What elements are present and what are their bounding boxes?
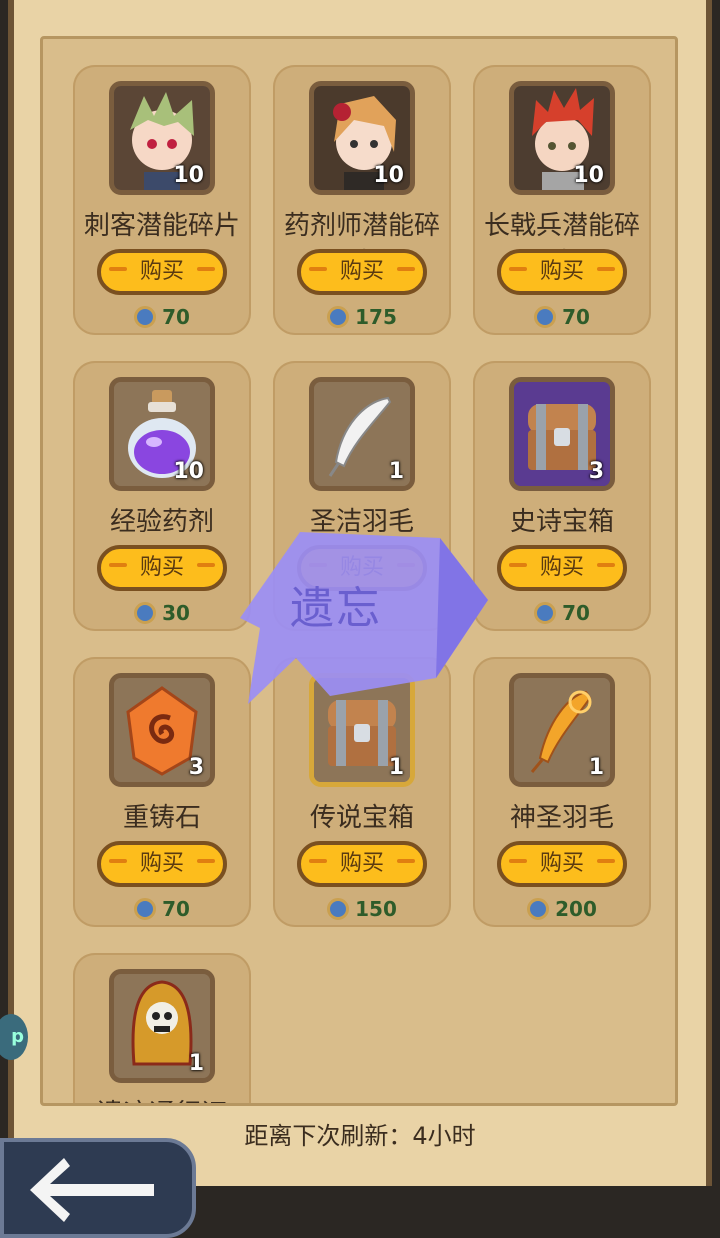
epic-chest-icon[interactable]: 3 <box>509 377 615 491</box>
item-price: 200 <box>473 897 651 921</box>
overlay-label: 遗忘 <box>290 583 382 634</box>
shop-item-card: 10 药剂师潜能碎片 购买 175 <box>273 65 451 335</box>
buy-button[interactable]: 购买 <box>297 249 427 295</box>
back-button[interactable] <box>0 1138 196 1238</box>
item-count: 1 <box>588 755 604 780</box>
buy-button[interactable]: 购买 <box>97 545 227 591</box>
item-price: 150 <box>273 897 451 921</box>
alchemist-portrait-icon[interactable]: 10 <box>309 81 415 195</box>
item-name: 传说宝箱 <box>309 803 414 833</box>
shop-item-card: 10 长戟兵潜能碎片 购买 70 <box>473 65 651 335</box>
currency-gear-icon <box>134 898 157 920</box>
item-price: 175 <box>273 305 451 329</box>
buy-button[interactable]: 购买 <box>497 249 627 295</box>
back-arrow-icon <box>30 1158 154 1222</box>
item-count: 10 <box>173 163 204 188</box>
shop-item-card: 10 经验药剂 购买 30 <box>73 361 251 631</box>
currency-gear-icon <box>134 602 157 624</box>
reforge-stone-icon[interactable]: 3 <box>109 673 215 787</box>
shop-item-card: 1 神圣羽毛 购买 200 <box>473 657 651 927</box>
skull-hood-icon[interactable]: 1 <box>109 969 215 1083</box>
buy-button[interactable]: 购买 <box>497 841 627 887</box>
assassin-portrait-icon[interactable]: 10 <box>109 81 215 195</box>
item-count: 1 <box>388 459 404 484</box>
shop-item-card: 3 史诗宝箱 购买 70 <box>473 361 651 631</box>
item-count: 10 <box>373 163 404 188</box>
item-count: 1 <box>188 1051 204 1076</box>
shop-item-card: 1 遗迹通行证 <box>73 953 251 1103</box>
item-count: 3 <box>188 755 204 780</box>
item-name: 遗迹通行证 <box>73 1093 251 1103</box>
currency-gear-icon <box>534 602 557 624</box>
currency-gear-icon <box>134 306 157 328</box>
item-name: 经验药剂 <box>109 507 214 537</box>
item-count: 10 <box>573 163 604 188</box>
item-count: 10 <box>173 459 204 484</box>
currency-gear-icon <box>327 306 350 328</box>
golden-feather-icon[interactable]: 1 <box>509 673 615 787</box>
buy-button[interactable]: 购买 <box>497 545 627 591</box>
halberdier-portrait-icon[interactable]: 10 <box>509 81 615 195</box>
item-count: 1 <box>388 755 404 780</box>
item-price: 70 <box>473 601 651 625</box>
white-feather-icon[interactable]: 1 <box>309 377 415 491</box>
currency-gear-icon <box>527 898 550 920</box>
item-price: 70 <box>473 305 651 329</box>
currency-gear-icon <box>534 306 557 328</box>
item-name: 史诗宝箱 <box>509 507 614 537</box>
item-name: 刺客潜能碎片 <box>83 211 240 241</box>
buy-button[interactable]: 购买 <box>297 841 427 887</box>
item-name: 重铸石 <box>122 803 201 833</box>
buy-button[interactable]: 购买 <box>97 249 227 295</box>
buy-button[interactable]: 购买 <box>97 841 227 887</box>
currency-gear-icon <box>327 898 350 920</box>
item-price: 70 <box>73 305 251 329</box>
item-price: 30 <box>73 601 251 625</box>
item-price: 70 <box>73 897 251 921</box>
shop-item-card: 3 重铸石 购买 70 <box>73 657 251 927</box>
potion-icon[interactable]: 10 <box>109 377 215 491</box>
shop-item-card: 10 刺客潜能碎片 购买 70 <box>73 65 251 335</box>
item-name: 神圣羽毛 <box>509 803 614 833</box>
item-count: 3 <box>588 459 604 484</box>
